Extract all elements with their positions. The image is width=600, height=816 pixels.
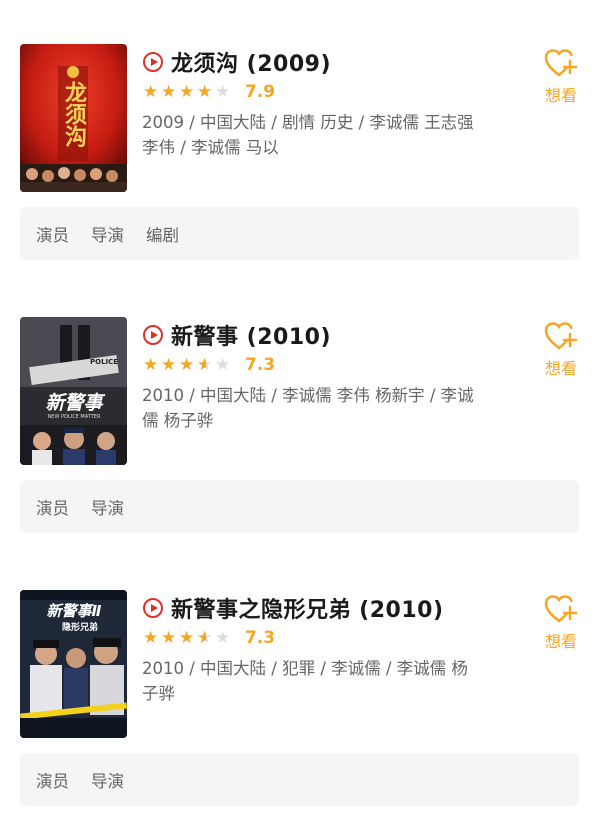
play-icon[interactable]	[143, 52, 163, 72]
poster-subtitle: 隐形兄弟	[62, 621, 98, 633]
tab-actors[interactable]: 演员	[36, 495, 69, 519]
play-icon[interactable]	[143, 325, 163, 345]
star-half-icon: ★	[197, 629, 215, 647]
rating-score: 7.9	[245, 82, 276, 102]
rating-stars: ★ ★ ★ ★ ★	[143, 83, 233, 101]
movie-meta: 2010 / 中国大陆 / 犯罪 / 李诚儒 / 李诚儒 杨子骅	[142, 659, 468, 703]
rating-stars: ★ ★ ★ ★ ★	[143, 629, 233, 647]
rating-score: 7.3	[245, 355, 276, 375]
star-full-icon: ★	[179, 82, 195, 102]
want-to-watch-label: 想看	[544, 359, 577, 378]
rating-row: ★ ★ ★ ★ ★ 7.3	[143, 628, 275, 648]
star-full-icon: ★	[161, 628, 177, 648]
movie-card[interactable]: 新警事Ⅱ 隐形兄弟 新警事之隐形兄弟 (2010) ★ ★ ★ ★ ★ 7.3 …	[0, 546, 600, 816]
tab-actors[interactable]: 演员	[36, 222, 69, 246]
movie-title[interactable]: 龙须沟 (2009)	[171, 46, 331, 78]
tab-writer[interactable]: 编剧	[146, 222, 179, 246]
star-full-icon: ★	[143, 628, 159, 648]
rating-row: ★ ★ ★ ★ ★ 7.3	[143, 355, 275, 375]
tab-director[interactable]: 导演	[91, 768, 124, 792]
movie-poster[interactable]: 新警事Ⅱ 隐形兄弟	[20, 590, 127, 738]
credits-tabs: 演员 导演	[20, 753, 579, 806]
star-empty-icon: ★	[215, 628, 231, 648]
poster-tag: POLICE	[90, 358, 118, 366]
credits-tabs: 演员 导演 编剧	[20, 207, 579, 260]
tab-director[interactable]: 导演	[91, 495, 124, 519]
star-half-icon: ★	[197, 356, 215, 374]
rating-row: ★ ★ ★ ★ ★ 7.9	[143, 82, 275, 102]
movie-card[interactable]: 龙须沟 龙须沟 (2009) ★ ★ ★ ★ ★ 7.9 2009 / 中国大陆…	[0, 0, 600, 273]
star-full-icon: ★	[179, 355, 195, 375]
movie-meta: 2009 / 中国大陆 / 剧情 历史 / 李诚儒 王志强 李伟 / 李诚儒 马…	[142, 113, 474, 157]
poster-title: 龙须沟	[61, 81, 87, 148]
heart-plus-icon	[544, 595, 578, 623]
rating-stars: ★ ★ ★ ★ ★	[143, 356, 233, 374]
credits-tabs: 演员 导演	[20, 480, 579, 533]
star-full-icon: ★	[143, 82, 159, 102]
poster-subtitle: NEW POLICE MATTER	[48, 414, 101, 420]
star-full-icon: ★	[179, 628, 195, 648]
star-full-icon: ★	[161, 355, 177, 375]
want-to-watch-button[interactable]: 想看	[538, 321, 584, 379]
title-row[interactable]: 龙须沟 (2009)	[143, 46, 331, 78]
rating-score: 7.3	[245, 628, 276, 648]
movie-poster[interactable]: POLICE 新警事 NEW POLICE MATTER	[20, 317, 127, 465]
title-row[interactable]: 新警事 (2010)	[143, 319, 331, 351]
movie-title[interactable]: 新警事之隐形兄弟 (2010)	[171, 592, 444, 624]
want-to-watch-label: 想看	[544, 86, 577, 105]
title-row[interactable]: 新警事之隐形兄弟 (2010)	[143, 592, 444, 624]
star-full-icon: ★	[143, 355, 159, 375]
play-icon[interactable]	[143, 598, 163, 618]
want-to-watch-button[interactable]: 想看	[538, 48, 584, 106]
movie-poster[interactable]: 龙须沟	[20, 44, 127, 192]
star-full-icon: ★	[161, 82, 177, 102]
want-to-watch-label: 想看	[544, 632, 577, 651]
star-empty-icon: ★	[215, 82, 231, 102]
star-full-icon: ★	[197, 82, 213, 102]
heart-plus-icon	[544, 322, 578, 350]
tab-actors[interactable]: 演员	[36, 768, 69, 792]
tab-director[interactable]: 导演	[91, 222, 124, 246]
poster-title: 新警事	[45, 392, 105, 414]
star-empty-icon: ★	[215, 355, 231, 375]
movie-meta: 2010 / 中国大陆 / 李诚儒 李伟 杨新宇 / 李诚儒 杨子骅	[142, 386, 474, 430]
movie-title[interactable]: 新警事 (2010)	[171, 319, 331, 351]
movie-card[interactable]: POLICE 新警事 NEW POLICE MATTER 新警事 (2010) …	[0, 273, 600, 546]
poster-title: 新警事Ⅱ	[47, 602, 102, 620]
want-to-watch-button[interactable]: 想看	[538, 594, 584, 652]
heart-plus-icon	[544, 49, 578, 77]
